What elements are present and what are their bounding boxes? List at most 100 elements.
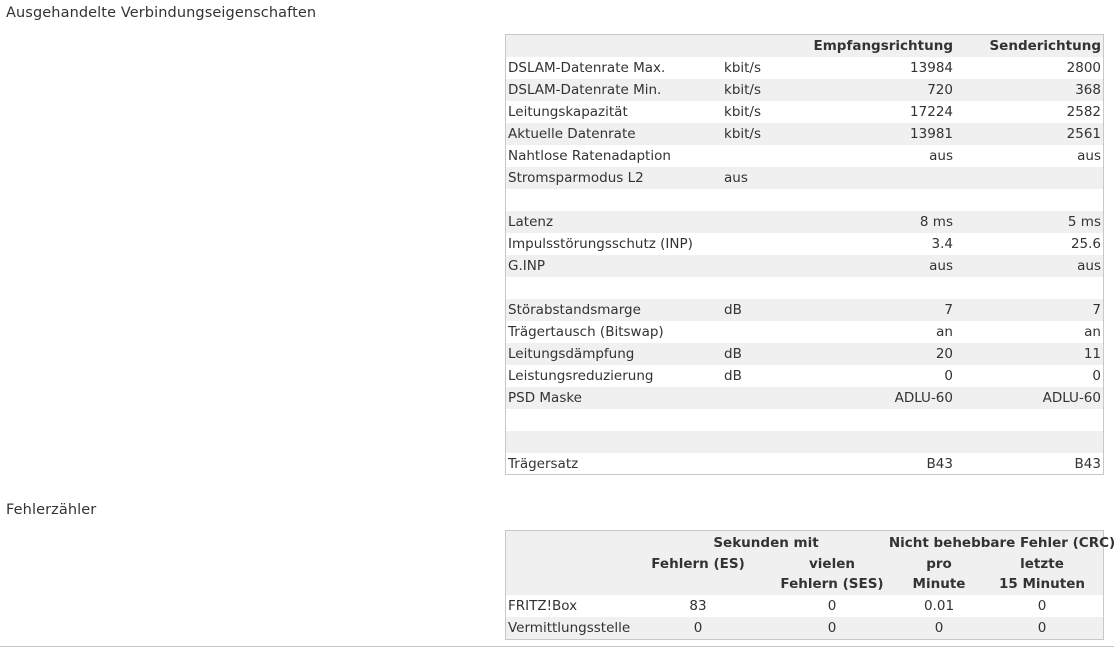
row-rx-value: aus bbox=[929, 258, 953, 274]
table-row: Nahtlose Ratenadaption aus aus bbox=[506, 145, 1103, 167]
table-row: Trägertausch (Bitswap) an an bbox=[506, 321, 1103, 343]
table-row: DSLAM-Datenrate Max. kbit/s 13984 2800 bbox=[506, 57, 1103, 79]
row-label: Impulsstörungsschutz (INP) bbox=[508, 236, 693, 252]
table-row: Impulsstörungsschutz (INP) 3.4 25.6 bbox=[506, 233, 1103, 255]
table-row: Latenz 8 ms 5 ms bbox=[506, 211, 1103, 233]
properties-header-row: Empfangsrichtung Senderichtung bbox=[506, 35, 1103, 57]
table-row: Leitungsdämpfung dB 20 11 bbox=[506, 343, 1103, 365]
ses-value: 0 bbox=[827, 620, 837, 636]
header-receive-direction: Empfangsrichtung bbox=[813, 38, 953, 54]
row-label: Latenz bbox=[508, 214, 554, 230]
row-rx-value: ADLU-60 bbox=[894, 390, 953, 406]
row-unit: kbit/s bbox=[724, 104, 762, 120]
row-rx-value: 8 ms bbox=[919, 214, 953, 230]
error-header-row: Sekunden mit Nicht behebbare Fehler (CRC… bbox=[506, 531, 1114, 595]
table-row: Störabstandsmarge dB 7 7 bbox=[506, 299, 1103, 321]
table-row: Stromsparmodus L2 aus bbox=[506, 167, 1103, 189]
table-row bbox=[506, 431, 1103, 453]
crc-per-minute-value: 0.01 bbox=[923, 598, 955, 614]
row-tx-value: ADLU-60 bbox=[1042, 390, 1101, 406]
col-last15-header-line1: letzte bbox=[1020, 556, 1064, 572]
table-row: Leitungskapazität kbit/s 17224 2582 bbox=[506, 101, 1103, 123]
table-row: FRITZ!Box 83 0 0.01 0 bbox=[506, 595, 1103, 617]
table-row: Trägersatz B43 B43 bbox=[506, 453, 1103, 475]
row-tx-value: 2561 bbox=[1066, 126, 1101, 142]
row-rx-value: B43 bbox=[926, 456, 953, 472]
table-row: G.INP aus aus bbox=[506, 255, 1103, 277]
table-row: Vermittlungsstelle 0 0 0 0 bbox=[506, 617, 1103, 639]
table-row bbox=[506, 189, 1103, 211]
table-row bbox=[506, 409, 1103, 431]
row-label: Leitungskapazität bbox=[508, 104, 628, 120]
row-tx-value: 7 bbox=[1092, 302, 1101, 318]
row-label: PSD Maske bbox=[508, 390, 582, 406]
row-label: Leistungsreduzierung bbox=[508, 368, 654, 384]
properties-section-title: Ausgehandelte Verbindungseigenschaften bbox=[6, 5, 317, 21]
row-label: DSLAM-Datenrate Max. bbox=[508, 60, 666, 76]
row-label: FRITZ!Box bbox=[508, 598, 578, 614]
row-tx-value: an bbox=[1084, 324, 1101, 340]
row-tx-value: aus bbox=[1077, 258, 1101, 274]
row-unit: dB bbox=[724, 302, 742, 318]
row-rx-value: 3.4 bbox=[931, 236, 953, 252]
col-per-minute-header-line2: Minute bbox=[912, 576, 966, 592]
row-label: DSLAM-Datenrate Min. bbox=[508, 82, 662, 98]
group-seconds-header: Sekunden mit bbox=[713, 535, 819, 551]
row-unit: kbit/s bbox=[724, 126, 762, 142]
row-rx-value: 13984 bbox=[910, 60, 953, 76]
row-label: Aktuelle Datenrate bbox=[508, 126, 636, 142]
row-rx-value: 7 bbox=[944, 302, 953, 318]
crc-last15-value: 0 bbox=[1037, 598, 1047, 614]
row-rx-value: 0 bbox=[944, 368, 953, 384]
row-label: Trägersatz bbox=[508, 456, 579, 472]
row-unit: aus bbox=[724, 170, 748, 186]
row-tx-value: 5 ms bbox=[1067, 214, 1101, 230]
group-crc-header: Nicht behebbare Fehler (CRC) bbox=[888, 535, 1114, 551]
row-tx-value: 368 bbox=[1075, 82, 1101, 98]
es-value: 83 bbox=[689, 598, 707, 614]
row-label: Vermittlungsstelle bbox=[508, 620, 631, 636]
row-tx-value: B43 bbox=[1074, 456, 1101, 472]
table-row: Aktuelle Datenrate kbit/s 13981 2561 bbox=[506, 123, 1103, 145]
table-row: PSD Maske ADLU-60 ADLU-60 bbox=[506, 387, 1103, 409]
col-per-minute-header-line1: pro bbox=[926, 556, 952, 572]
row-rx-value: 20 bbox=[935, 346, 953, 362]
row-rx-value: 720 bbox=[927, 82, 953, 98]
bottom-divider bbox=[0, 646, 1114, 647]
row-tx-value: 11 bbox=[1083, 346, 1101, 362]
col-ses-header-line1: vielen bbox=[809, 556, 855, 572]
row-unit: kbit/s bbox=[724, 60, 762, 76]
row-tx-value: 2800 bbox=[1066, 60, 1101, 76]
crc-last15-value: 0 bbox=[1037, 620, 1047, 636]
row-label: Trägertausch (Bitswap) bbox=[508, 324, 664, 340]
row-label: Leitungsdämpfung bbox=[508, 346, 635, 362]
table-row: DSLAM-Datenrate Min. kbit/s 720 368 bbox=[506, 79, 1103, 101]
row-unit: dB bbox=[724, 346, 742, 362]
row-rx-value: aus bbox=[929, 148, 953, 164]
row-tx-value: 0 bbox=[1092, 368, 1101, 384]
col-es-header: Fehlern (ES) bbox=[651, 556, 745, 572]
row-rx-value: an bbox=[936, 324, 953, 340]
row-label: Stromsparmodus L2 bbox=[508, 170, 644, 186]
crc-per-minute-value: 0 bbox=[934, 620, 944, 636]
header-send-direction: Senderichtung bbox=[989, 38, 1101, 54]
row-tx-value: aus bbox=[1077, 148, 1101, 164]
row-rx-value: 13981 bbox=[910, 126, 953, 142]
table-row bbox=[506, 277, 1103, 299]
row-rx-value: 17224 bbox=[910, 104, 953, 120]
row-unit: dB bbox=[724, 368, 742, 384]
row-tx-value: 2582 bbox=[1066, 104, 1101, 120]
error-counter-table: Sekunden mit Nicht behebbare Fehler (CRC… bbox=[505, 530, 1114, 640]
errors-section-title: Fehlerzähler bbox=[6, 502, 97, 518]
col-ses-header-line2: Fehlern (SES) bbox=[780, 576, 884, 592]
row-tx-value: 25.6 bbox=[1070, 236, 1101, 252]
row-unit: kbit/s bbox=[724, 82, 762, 98]
table-row: Leistungsreduzierung dB 0 0 bbox=[506, 365, 1103, 387]
ses-value: 0 bbox=[827, 598, 837, 614]
es-value: 0 bbox=[693, 620, 703, 636]
connection-properties-table: Empfangsrichtung Senderichtung DSLAM-Dat… bbox=[505, 34, 1104, 475]
row-label: G.INP bbox=[508, 258, 545, 274]
col-last15-header-line2: 15 Minuten bbox=[999, 576, 1085, 592]
row-label: Störabstandsmarge bbox=[508, 302, 641, 318]
row-label: Nahtlose Ratenadaption bbox=[508, 148, 671, 164]
